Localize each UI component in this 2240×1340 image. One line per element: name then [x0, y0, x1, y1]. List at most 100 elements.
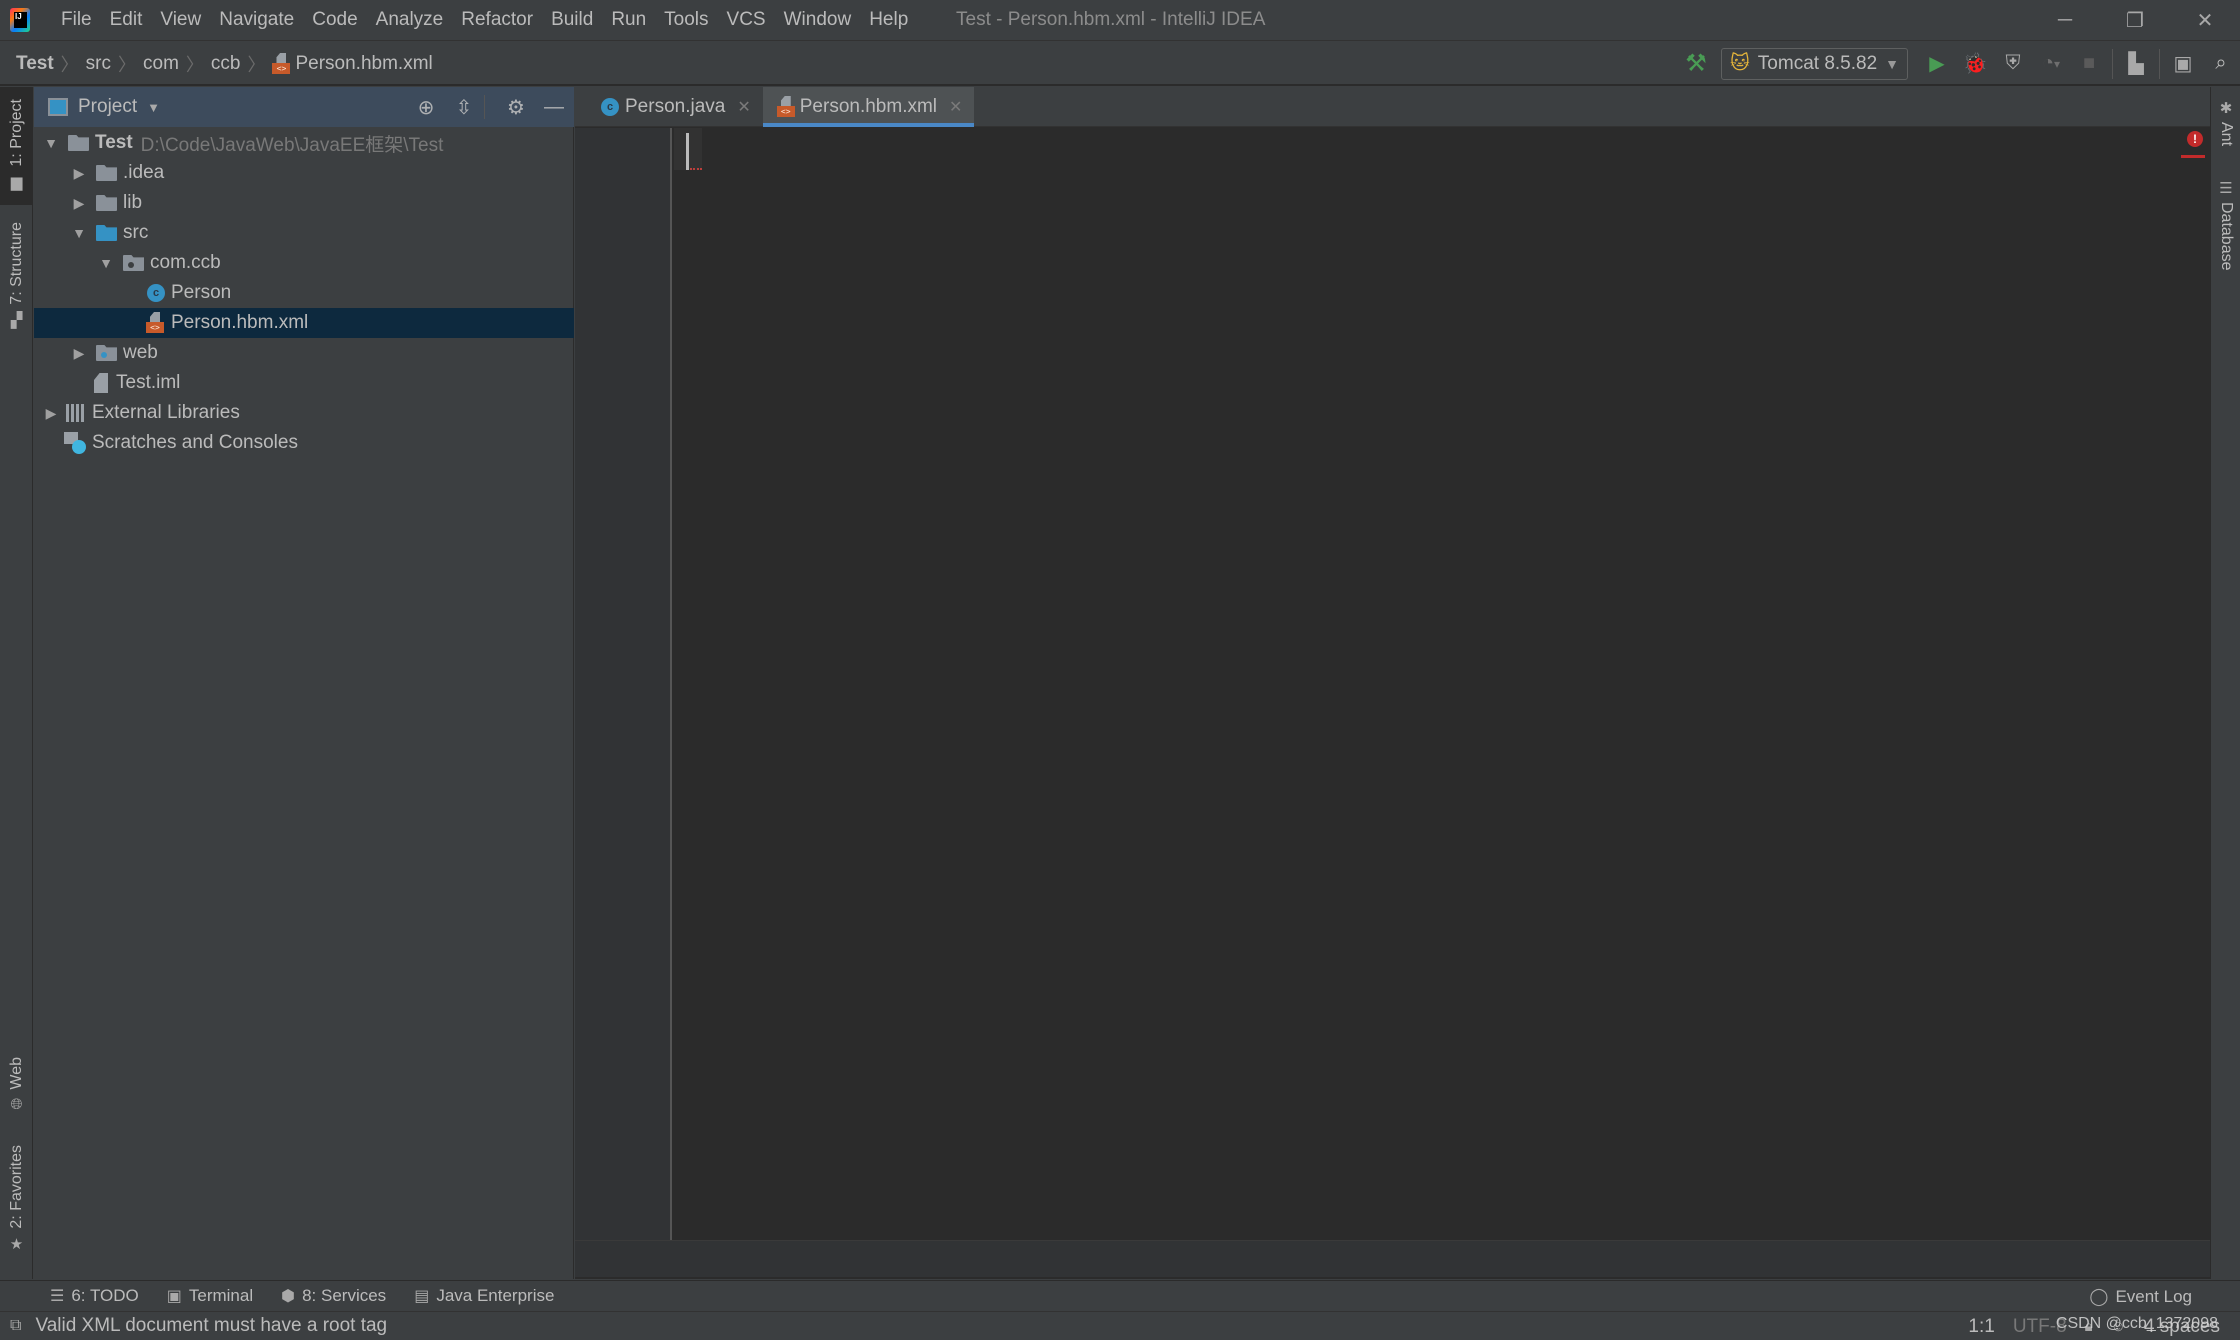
breadcrumb-person-hbm-xml[interactable]: Person.hbm.xml: [295, 53, 432, 75]
tool-button-terminal[interactable]: ▣ Terminal: [167, 1286, 253, 1306]
chevron-down-icon[interactable]: ▼: [147, 100, 160, 115]
tree-item-com-ccb[interactable]: ▼ com.ccb: [34, 248, 574, 278]
breadcrumb-test[interactable]: Test: [16, 53, 54, 75]
tab-label: Person.hbm.xml: [799, 96, 938, 117]
menu-navigate[interactable]: Navigate: [210, 0, 303, 40]
tree-item-person[interactable]: c Person: [34, 278, 574, 308]
breadcrumb-com[interactable]: com: [143, 53, 179, 75]
breadcrumb-src[interactable]: src: [86, 53, 111, 75]
tomcat-icon: 🐱: [1729, 53, 1750, 74]
expand-arrow-icon[interactable]: ▶: [72, 345, 86, 362]
tool-button-todo[interactable]: ☰ 6: TODO: [50, 1286, 139, 1306]
tab-person-java[interactable]: c Person.java ✕: [587, 87, 763, 127]
event-log-button[interactable]: ◯ Event Log: [2089, 1281, 2192, 1312]
menu-code[interactable]: Code: [303, 0, 366, 40]
run-anything-icon[interactable]: ▣: [2164, 46, 2202, 82]
expand-arrow-icon[interactable]: ▶: [72, 195, 86, 212]
minimize-button[interactable]: ─: [2030, 0, 2100, 40]
event-log-icon: ◯: [2089, 1286, 2109, 1306]
services-icon: ⬢: [281, 1288, 296, 1305]
breadcrumb-ccb[interactable]: ccb: [211, 53, 241, 75]
tool-tab-project[interactable]: 1: Project ▆: [0, 87, 33, 205]
error-indicator-icon[interactable]: !: [2187, 131, 2203, 147]
menu-tools[interactable]: Tools: [655, 0, 717, 40]
tree-item-web[interactable]: ▶ web: [34, 338, 574, 368]
hide-icon[interactable]: —: [536, 87, 572, 127]
menu-window[interactable]: Window: [775, 0, 861, 40]
search-everywhere-icon[interactable]: ⌕: [2202, 46, 2240, 82]
close-icon: ✕: [2196, 9, 2214, 32]
close-tab-icon[interactable]: ✕: [737, 97, 750, 117]
intellij-logo-icon[interactable]: IJ: [10, 8, 30, 32]
expand-arrow-icon[interactable]: ▼: [44, 135, 58, 151]
editor-tab-bar: c Person.java ✕ <> Person.hbm.xml ✕: [575, 87, 2210, 127]
menu-file[interactable]: File: [52, 0, 101, 40]
tool-tab-web[interactable]: Web 🌐︎: [0, 1057, 33, 1147]
title-bar: IJ File Edit View Navigate Code Analyze …: [0, 0, 2240, 41]
class-icon: c: [147, 284, 165, 302]
run-with-coverage-icon[interactable]: ⛨: [1994, 46, 2032, 82]
tool-button-java-enterprise[interactable]: ▤ Java Enterprise: [414, 1286, 554, 1306]
close-button[interactable]: ✕: [2170, 0, 2240, 40]
menu-vcs[interactable]: VCS: [718, 0, 775, 40]
profile-icon[interactable]: ◔ ▾: [2032, 46, 2070, 82]
status-message-text: Valid XML document must have a root tag: [35, 1315, 388, 1336]
caret-position[interactable]: 1:1: [1968, 1316, 1994, 1338]
gear-icon[interactable]: ⚙: [498, 87, 534, 127]
project-tool-window: Project ▼ ⊕ ⇳ ⚙ — ▼ Test D:\Code\JavaWeb…: [34, 87, 574, 1279]
source-folder-icon: [96, 225, 117, 241]
folder-icon: [96, 165, 117, 181]
tree-item-idea[interactable]: ▶ .idea: [34, 158, 574, 188]
tool-tab-structure[interactable]: 7: Structure ▞: [0, 222, 33, 342]
toolbar-separator: [2159, 48, 2160, 79]
tool-tab-favorites[interactable]: 2: Favorites ★: [0, 1145, 33, 1275]
project-structure-icon[interactable]: ▙: [2117, 46, 2155, 82]
tree-item-test-iml[interactable]: Test.iml: [34, 368, 574, 398]
expand-arrow-icon[interactable]: ▶: [72, 165, 86, 182]
locate-icon[interactable]: ⊕: [408, 87, 444, 127]
tool-tab-label: Ant: [2218, 122, 2235, 147]
tool-tab-label: Database: [2218, 202, 2235, 271]
restore-button[interactable]: ❐: [2100, 0, 2170, 40]
project-view-icon: [48, 98, 68, 116]
event-log-label: Event Log: [2115, 1286, 2192, 1306]
tree-item-test[interactable]: ▼ Test D:\Code\JavaWeb\JavaEE框架\Test: [34, 128, 574, 158]
breadcrumb: Test 〉 src 〉 com 〉 ccb 〉 <> Person.hbm.x…: [16, 41, 433, 86]
editor-gutter[interactable]: [575, 128, 672, 1240]
tree-item-src[interactable]: ▼ src: [34, 218, 574, 248]
tool-button-services[interactable]: ⬢ 8: Services: [281, 1286, 386, 1306]
menu-analyze[interactable]: Analyze: [367, 0, 453, 40]
menu-run[interactable]: Run: [602, 0, 655, 40]
tree-item-lib[interactable]: ▶ lib: [34, 188, 574, 218]
tree-item-person-hbm-xml[interactable]: <> Person.hbm.xml: [34, 308, 574, 338]
tool-tab-database[interactable]: ☰ Database: [2211, 179, 2240, 271]
tool-tab-ant[interactable]: ✱ Ant: [2211, 99, 2240, 146]
run-configuration-selector[interactable]: 🐱 Tomcat 8.5.82 ▼: [1720, 47, 1908, 80]
close-tab-icon[interactable]: ✕: [949, 97, 962, 117]
menu-build[interactable]: Build: [542, 0, 602, 40]
menu-help[interactable]: Help: [860, 0, 917, 40]
menu-refactor[interactable]: Refactor: [452, 0, 542, 40]
hammer-icon[interactable]: ⚒: [1677, 46, 1715, 82]
project-view-selector[interactable]: Project: [78, 96, 137, 118]
menu-edit[interactable]: Edit: [101, 0, 152, 40]
breadcrumb-separator: 〉: [60, 54, 79, 75]
terminal-icon: ▣: [166, 1288, 182, 1305]
tab-person-hbm-xml[interactable]: <> Person.hbm.xml ✕: [762, 87, 975, 127]
error-stripe-mark[interactable]: [2181, 155, 2205, 158]
debug-icon[interactable]: 🐞: [1956, 46, 1994, 82]
menu-view[interactable]: View: [151, 0, 210, 40]
expand-arrow-icon[interactable]: ▶: [44, 405, 58, 422]
breadcrumb-separator: 〉: [118, 54, 136, 75]
stop-icon[interactable]: ■: [2070, 46, 2108, 82]
editor-text-area[interactable]: [705, 128, 2175, 1240]
toggle-tool-windows-icon[interactable]: ⧉: [10, 1317, 21, 1335]
tree-item-scratches[interactable]: Scratches and Consoles: [34, 428, 574, 458]
globe-icon: 🌐︎: [10, 1095, 23, 1113]
collapse-all-icon[interactable]: ⇳: [446, 87, 482, 127]
run-icon[interactable]: ▶: [1918, 46, 1956, 82]
expand-arrow-icon[interactable]: ▼: [72, 225, 86, 241]
tree-item-label: Person: [171, 282, 232, 303]
tree-item-external-libraries[interactable]: ▶ External Libraries: [34, 398, 574, 428]
expand-arrow-icon[interactable]: ▼: [99, 255, 113, 271]
